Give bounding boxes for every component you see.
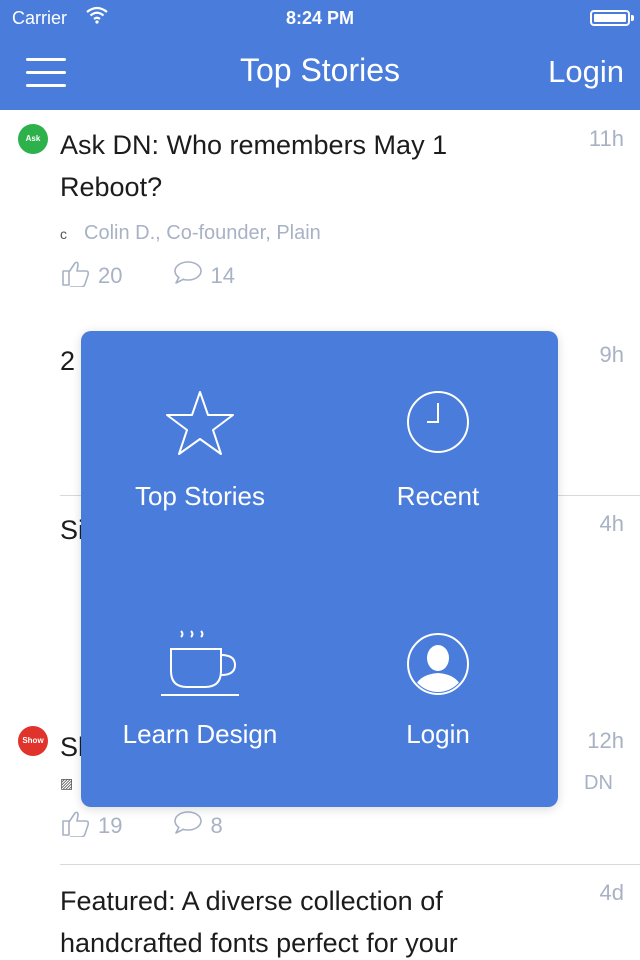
author-logo-icon: ▨ (60, 775, 74, 791)
battery-icon (590, 10, 634, 26)
upvote-icon[interactable] (60, 259, 98, 293)
status-time: 8:24 PM (285, 8, 355, 28)
story-title[interactable]: Ask DN: Who remembers May 1 Reboot? (60, 124, 540, 208)
login-button[interactable]: Login (548, 54, 624, 90)
comment-count: 14 (210, 263, 235, 288)
navigation-menu-popup: Top Stories Recent Learn Design Login (81, 331, 558, 807)
comment-icon[interactable] (172, 810, 210, 842)
user-avatar-icon (319, 631, 557, 697)
story-time: 9h (599, 342, 624, 367)
story-item[interactable]: Featured: A diverse collection of handcr… (0, 864, 640, 960)
upvote-count: 19 (98, 813, 123, 838)
story-author[interactable]: Colin D., Co-founder, Plain (84, 222, 321, 245)
comment-count: 8 (210, 813, 223, 838)
menu-item-login[interactable]: Login (319, 569, 557, 807)
status-bar: Carrier 8:24 PM (0, 0, 640, 38)
coffee-cup-icon (81, 623, 319, 699)
nav-bar: Top Stories Login (0, 38, 640, 110)
divider (60, 864, 640, 865)
clock-icon (319, 389, 557, 455)
page-title: Top Stories (239, 52, 401, 88)
author-logo-icon: c (60, 225, 67, 242)
star-icon (81, 389, 319, 457)
story-title[interactable]: Featured: A diverse collection of handcr… (60, 880, 540, 960)
story-time: 12h (587, 728, 624, 753)
story-author[interactable]: DN (584, 772, 613, 795)
story-time: 11h (588, 126, 624, 151)
ask-badge: Ask (18, 124, 48, 154)
upvote-icon[interactable] (60, 809, 98, 843)
menu-item-recent[interactable]: Recent (319, 331, 557, 569)
menu-item-label: Top Stories (134, 481, 266, 511)
upvote-count: 20 (98, 263, 123, 288)
menu-item-label: Learn Design (122, 719, 278, 749)
menu-item-label: Recent (396, 481, 480, 511)
menu-item-label: Login (406, 719, 470, 749)
show-badge: Show (18, 726, 48, 756)
story-time: 4d (599, 880, 624, 905)
story-item[interactable]: Ask Ask DN: Who remembers May 1 Reboot? … (0, 110, 640, 326)
comment-icon[interactable] (172, 260, 210, 292)
menu-item-learn-design[interactable]: Learn Design (81, 569, 319, 807)
menu-item-top-stories[interactable]: Top Stories (81, 331, 319, 569)
story-time: 4h (599, 511, 624, 536)
